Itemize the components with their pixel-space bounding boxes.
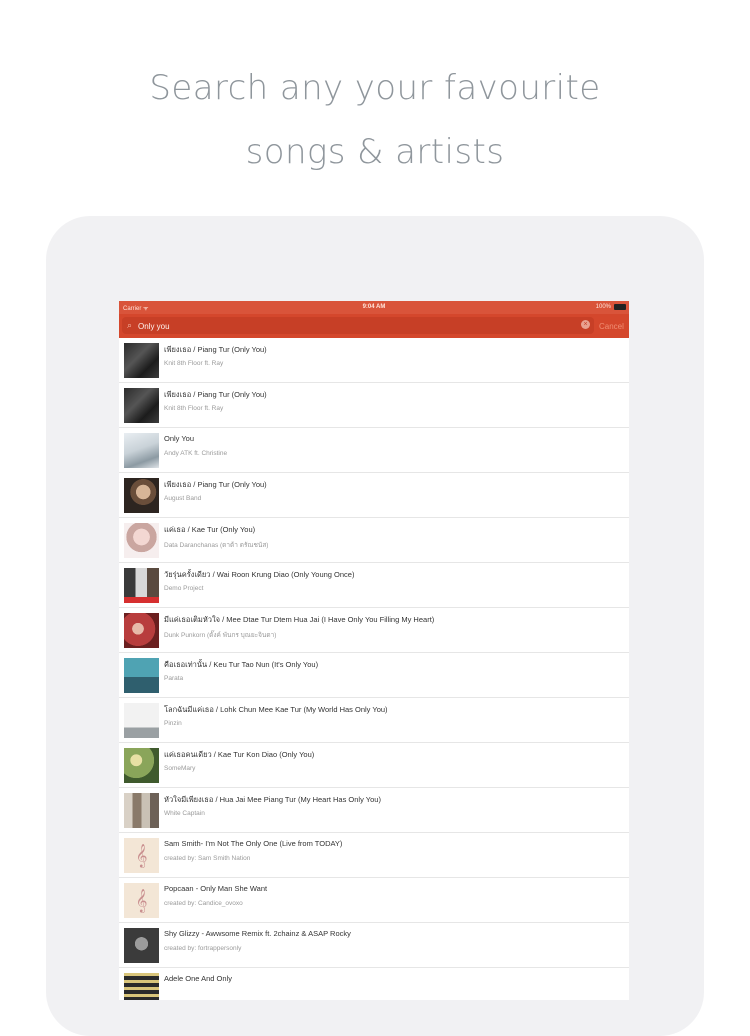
result-subtitle: Data Daranchanas (ดาต้า ดรัณชนัส)	[164, 542, 269, 549]
result-row[interactable]: Shy Glizzy - Awwsome Remix ft. 2chainz &…	[119, 923, 629, 968]
headline-line-1: Search any your favourite	[149, 68, 601, 108]
result-row[interactable]: โลกฉันมีแค่เธอ / Lohk Chun Mee Kae Tur (…	[119, 698, 629, 743]
result-title: Only You	[164, 434, 195, 443]
result-title: Shy Glizzy - Awwsome Remix ft. 2chainz &…	[164, 929, 351, 938]
result-subtitle: created by: Candice_ovoxo	[164, 900, 243, 907]
result-subtitle: Parata	[164, 675, 184, 682]
result-row[interactable]: 𝄞 Sam Smith- I'm Not The Only One (Live f…	[119, 833, 629, 878]
result-subtitle: SomeMary	[164, 765, 196, 772]
result-subtitle: Dunk Punkorn (ดั๊งค์ พันกร บุณยะจินดา)	[164, 632, 277, 639]
album-art	[124, 748, 159, 783]
result-row[interactable]: วัยรุ่นครั้งเดียว / Wai Roon Krung Diao …	[119, 563, 629, 608]
result-title: คือเธอเท่านั้น / Keu Tur Tao Nun (It's O…	[164, 660, 319, 669]
result-subtitle: created by: Sam Smith Nation	[164, 855, 251, 862]
status-time: 9:04 AM	[362, 304, 386, 310]
album-art	[124, 703, 159, 738]
result-row[interactable]: มีแค่เธอเติมหัวใจ / Mee Dtae Tur Dtem Hu…	[119, 608, 629, 653]
album-art	[124, 928, 159, 963]
music-note-icon: 𝄞	[135, 843, 148, 867]
album-art	[124, 793, 159, 828]
search-icon: ⌕	[127, 320, 133, 330]
result-title: เพียงเธอ / Piang Tur (Only You)	[164, 480, 267, 489]
result-title: วัยรุ่นครั้งเดียว / Wai Roon Krung Diao …	[164, 570, 355, 579]
result-title: โลกฉันมีแค่เธอ / Lohk Chun Mee Kae Tur (…	[164, 705, 388, 714]
result-row[interactable]: Only You Andy ATK ft. Christine	[119, 428, 629, 473]
result-row[interactable]: แค่เธอ / Kae Tur (Only You) Data Darancha…	[119, 518, 629, 563]
result-row[interactable]: Adele One And Only	[119, 968, 629, 1000]
album-art: 𝄞	[124, 838, 159, 873]
result-title: เพียงเธอ / Piang Tur (Only You)	[164, 345, 267, 354]
result-subtitle: August Band	[164, 495, 202, 502]
headline-line-2: songs & artists	[245, 132, 505, 172]
result-subtitle: Pinzin	[164, 720, 182, 727]
result-title: แค่เธอคนเดียว / Kae Tur Kon Diao (Only Y…	[164, 750, 315, 759]
battery-icon	[614, 304, 626, 310]
app-screen: Carrier ᯤ 9:04 AM 100% ⌕ × Cancel เพียงเ…	[119, 301, 629, 1000]
result-subtitle: Knit 8th Floor ft. Ray	[164, 405, 224, 412]
result-title: มีแค่เธอเติมหัวใจ / Mee Dtae Tur Dtem Hu…	[164, 615, 435, 624]
result-subtitle: created by: fortrappersonly	[164, 945, 242, 952]
result-title: Popcaan - Only Man She Want	[164, 884, 268, 893]
result-row[interactable]: เพียงเธอ / Piang Tur (Only You) Knit 8th …	[119, 338, 629, 383]
result-row[interactable]: แค่เธอคนเดียว / Kae Tur Kon Diao (Only Y…	[119, 743, 629, 788]
result-row[interactable]: เพียงเธอ / Piang Tur (Only You) August Ba…	[119, 473, 629, 518]
cancel-button[interactable]: Cancel	[599, 322, 624, 331]
result-subtitle: Andy ATK ft. Christine	[164, 450, 228, 457]
battery-percent: 100%	[595, 304, 611, 310]
result-row[interactable]: หัวใจมีเพียงเธอ / Hua Jai Mee Piang Tur …	[119, 788, 629, 833]
result-row[interactable]: คือเธอเท่านั้น / Keu Tur Tao Nun (It's O…	[119, 653, 629, 698]
result-title: Adele One And Only	[164, 974, 232, 983]
search-field[interactable]: ⌕ ×	[122, 317, 594, 334]
clear-search-icon[interactable]: ×	[581, 320, 590, 329]
result-title: เพียงเธอ / Piang Tur (Only You)	[164, 390, 267, 399]
result-subtitle: Demo Project	[164, 585, 204, 592]
result-row[interactable]: 𝄞 Popcaan - Only Man She Want created by: …	[119, 878, 629, 923]
result-subtitle: White Captain	[164, 810, 205, 817]
result-title: หัวใจมีเพียงเธอ / Hua Jai Mee Piang Tur …	[164, 795, 381, 804]
result-subtitle: Knit 8th Floor ft. Ray	[164, 360, 224, 367]
album-art	[124, 568, 159, 603]
result-title: Sam Smith- I'm Not The Only One (Live fr…	[164, 839, 343, 848]
result-title: แค่เธอ / Kae Tur (Only You)	[164, 525, 256, 534]
music-note-icon: 𝄞	[135, 888, 148, 912]
album-art	[124, 478, 159, 513]
album-art: 𝄞	[124, 883, 159, 918]
album-art	[124, 613, 159, 648]
album-art	[124, 658, 159, 693]
search-input[interactable]	[138, 320, 568, 332]
search-bar: ⌕ × Cancel	[119, 314, 629, 338]
album-art	[124, 433, 159, 468]
result-row[interactable]: เพียงเธอ / Piang Tur (Only You) Knit 8th …	[119, 383, 629, 428]
status-bar: Carrier ᯤ 9:04 AM 100%	[119, 301, 629, 314]
album-art	[124, 388, 159, 423]
results-list: เพียงเธอ / Piang Tur (Only You) Knit 8th …	[119, 338, 629, 1000]
album-art	[124, 343, 159, 378]
album-art	[124, 973, 159, 1000]
album-art	[124, 523, 159, 558]
